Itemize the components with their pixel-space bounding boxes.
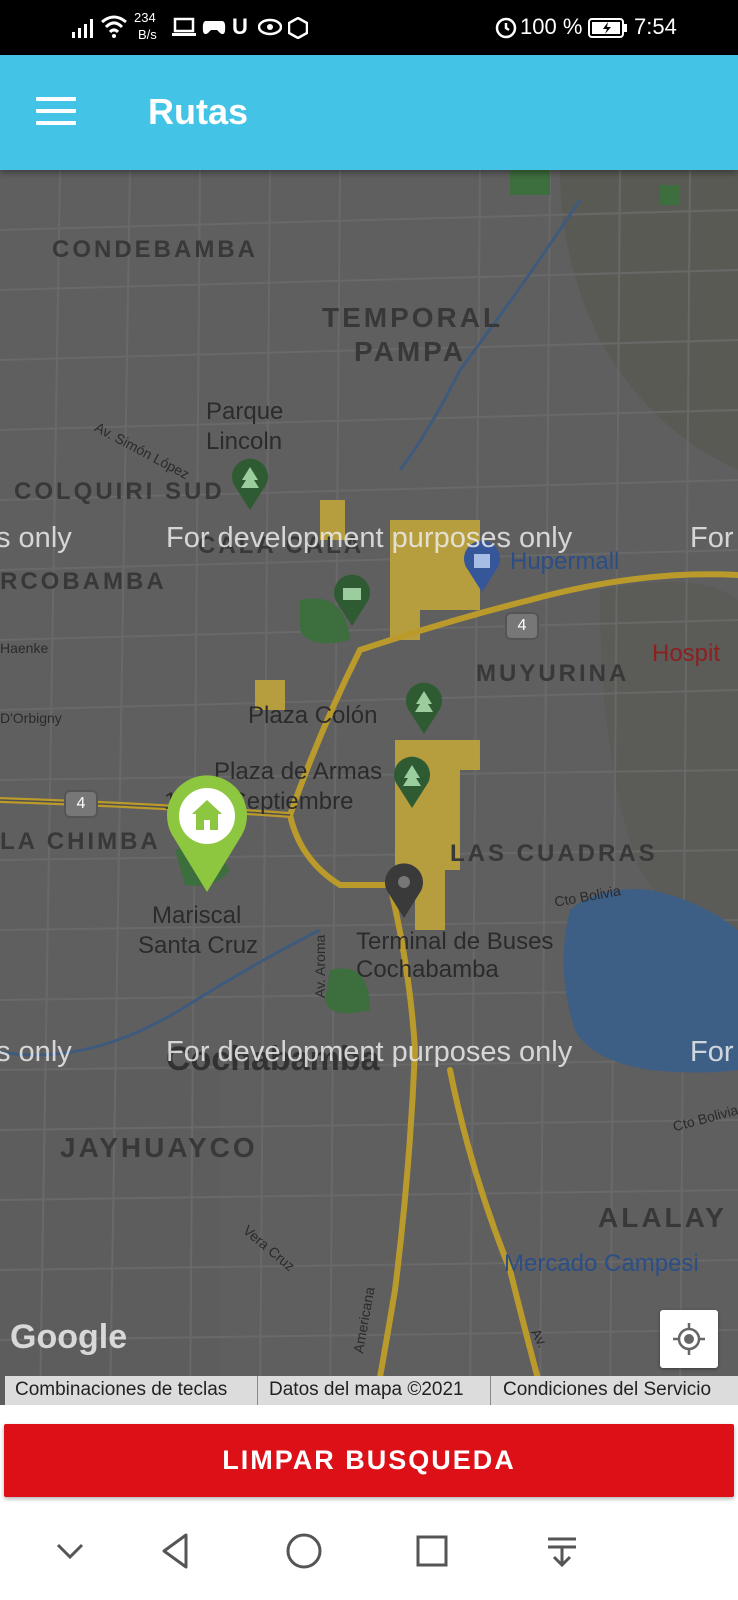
park-pin-icon <box>334 574 370 626</box>
label-parque-lincoln-1: Parque <box>206 398 284 425</box>
home-icon[interactable] <box>276 1523 332 1579</box>
label-mariscal-1: Mariscal <box>152 902 242 929</box>
label-mercado: Mercado Campesi <box>504 1250 699 1277</box>
park-pin-icon <box>394 756 430 808</box>
alarm-icon <box>495 17 517 39</box>
watermark-right: For <box>690 522 734 554</box>
park-pin-icon <box>232 458 268 510</box>
label-la-chimba: LA CHIMBA <box>0 828 161 855</box>
attribution-map-data[interactable]: Datos del mapa ©2021 <box>269 1379 464 1401</box>
watermark-left: s only <box>0 1036 72 1068</box>
map-view[interactable]: CONDEBAMBA TEMPORAL PAMPA COLQUIRI SUD C… <box>0 170 738 1405</box>
battery-percent: 100 % <box>520 14 583 39</box>
label-street-haenke: Haenke <box>0 640 49 656</box>
label-temporal: TEMPORAL <box>322 302 504 333</box>
home-marker-icon[interactable] <box>164 774 250 892</box>
page-title: Rutas <box>148 91 249 132</box>
label-alalay: ALALAY <box>598 1202 727 1233</box>
net-speed-value: 234 <box>134 10 156 25</box>
label-condebamba: CONDEBAMBA <box>52 236 258 263</box>
laptop-icon <box>172 17 196 36</box>
route-shield: 4 <box>64 790 98 818</box>
label-terminal-2: Cochabamba <box>356 956 499 983</box>
status-bar: 234 B/s U 100 % 7:54 <box>0 0 738 55</box>
eye-icon <box>258 18 282 36</box>
label-jayhuayco: JAYHUAYCO <box>60 1132 258 1163</box>
place-pin-icon <box>385 863 423 918</box>
label-colquiri-sud: COLQUIRI SUD <box>14 478 225 505</box>
watermark-left: s only <box>0 522 72 554</box>
system-nav-bar <box>0 1505 738 1600</box>
clear-search-button[interactable]: LIMPAR BUSQUEDA <box>4 1424 734 1497</box>
controller-icon <box>202 21 226 35</box>
label-las-cuadras: LAS CUADRAS <box>450 840 658 867</box>
signal-icon <box>72 19 93 38</box>
watermark-center: For development purposes only <box>166 1036 573 1068</box>
clock: 7:54 <box>634 14 677 39</box>
label-mariscal-2: Santa Cruz <box>138 932 259 959</box>
my-location-icon <box>673 1323 705 1355</box>
map-attribution: Combinaciones de teclas Datos del mapa ©… <box>5 1376 738 1405</box>
app-bar: Rutas <box>0 55 738 170</box>
park-pin-icon <box>406 682 442 734</box>
watermark-right: For <box>690 1036 734 1068</box>
hex-icon <box>288 17 308 39</box>
label-street-aroma: Av. Aroma <box>312 934 328 998</box>
notification-pull-icon[interactable] <box>534 1523 590 1579</box>
u-icon: U <box>232 14 248 39</box>
label-terminal-1: Terminal de Buses <box>356 928 554 955</box>
back-icon[interactable] <box>148 1523 204 1579</box>
my-location-button[interactable] <box>660 1310 718 1368</box>
net-speed-unit: B/s <box>138 27 157 42</box>
attribution-terms[interactable]: Condiciones del Servicio <box>503 1379 711 1401</box>
recents-icon[interactable] <box>404 1523 460 1579</box>
hamburger-menu-icon[interactable] <box>36 97 76 127</box>
label-parque-lincoln-2: Lincoln <box>206 428 283 455</box>
label-rcobamba: RCOBAMBA <box>0 568 167 595</box>
chevron-down-icon[interactable] <box>42 1523 98 1579</box>
battery-icon <box>588 18 627 38</box>
label-pampa: PAMPA <box>354 336 466 367</box>
label-muyurina: MUYURINA <box>476 660 630 687</box>
label-plaza-colon: Plaza Colón <box>248 702 378 729</box>
attribution-shortcuts[interactable]: Combinaciones de teclas <box>15 1379 227 1401</box>
route-shield: 4 <box>505 612 539 640</box>
label-hospital: Hospit <box>652 640 721 667</box>
label-street-dorbigny: D'Orbigny <box>0 710 62 726</box>
watermark-center: For development purposes only <box>166 522 573 554</box>
wifi-icon <box>101 15 127 38</box>
google-logo: Google <box>10 1318 128 1356</box>
